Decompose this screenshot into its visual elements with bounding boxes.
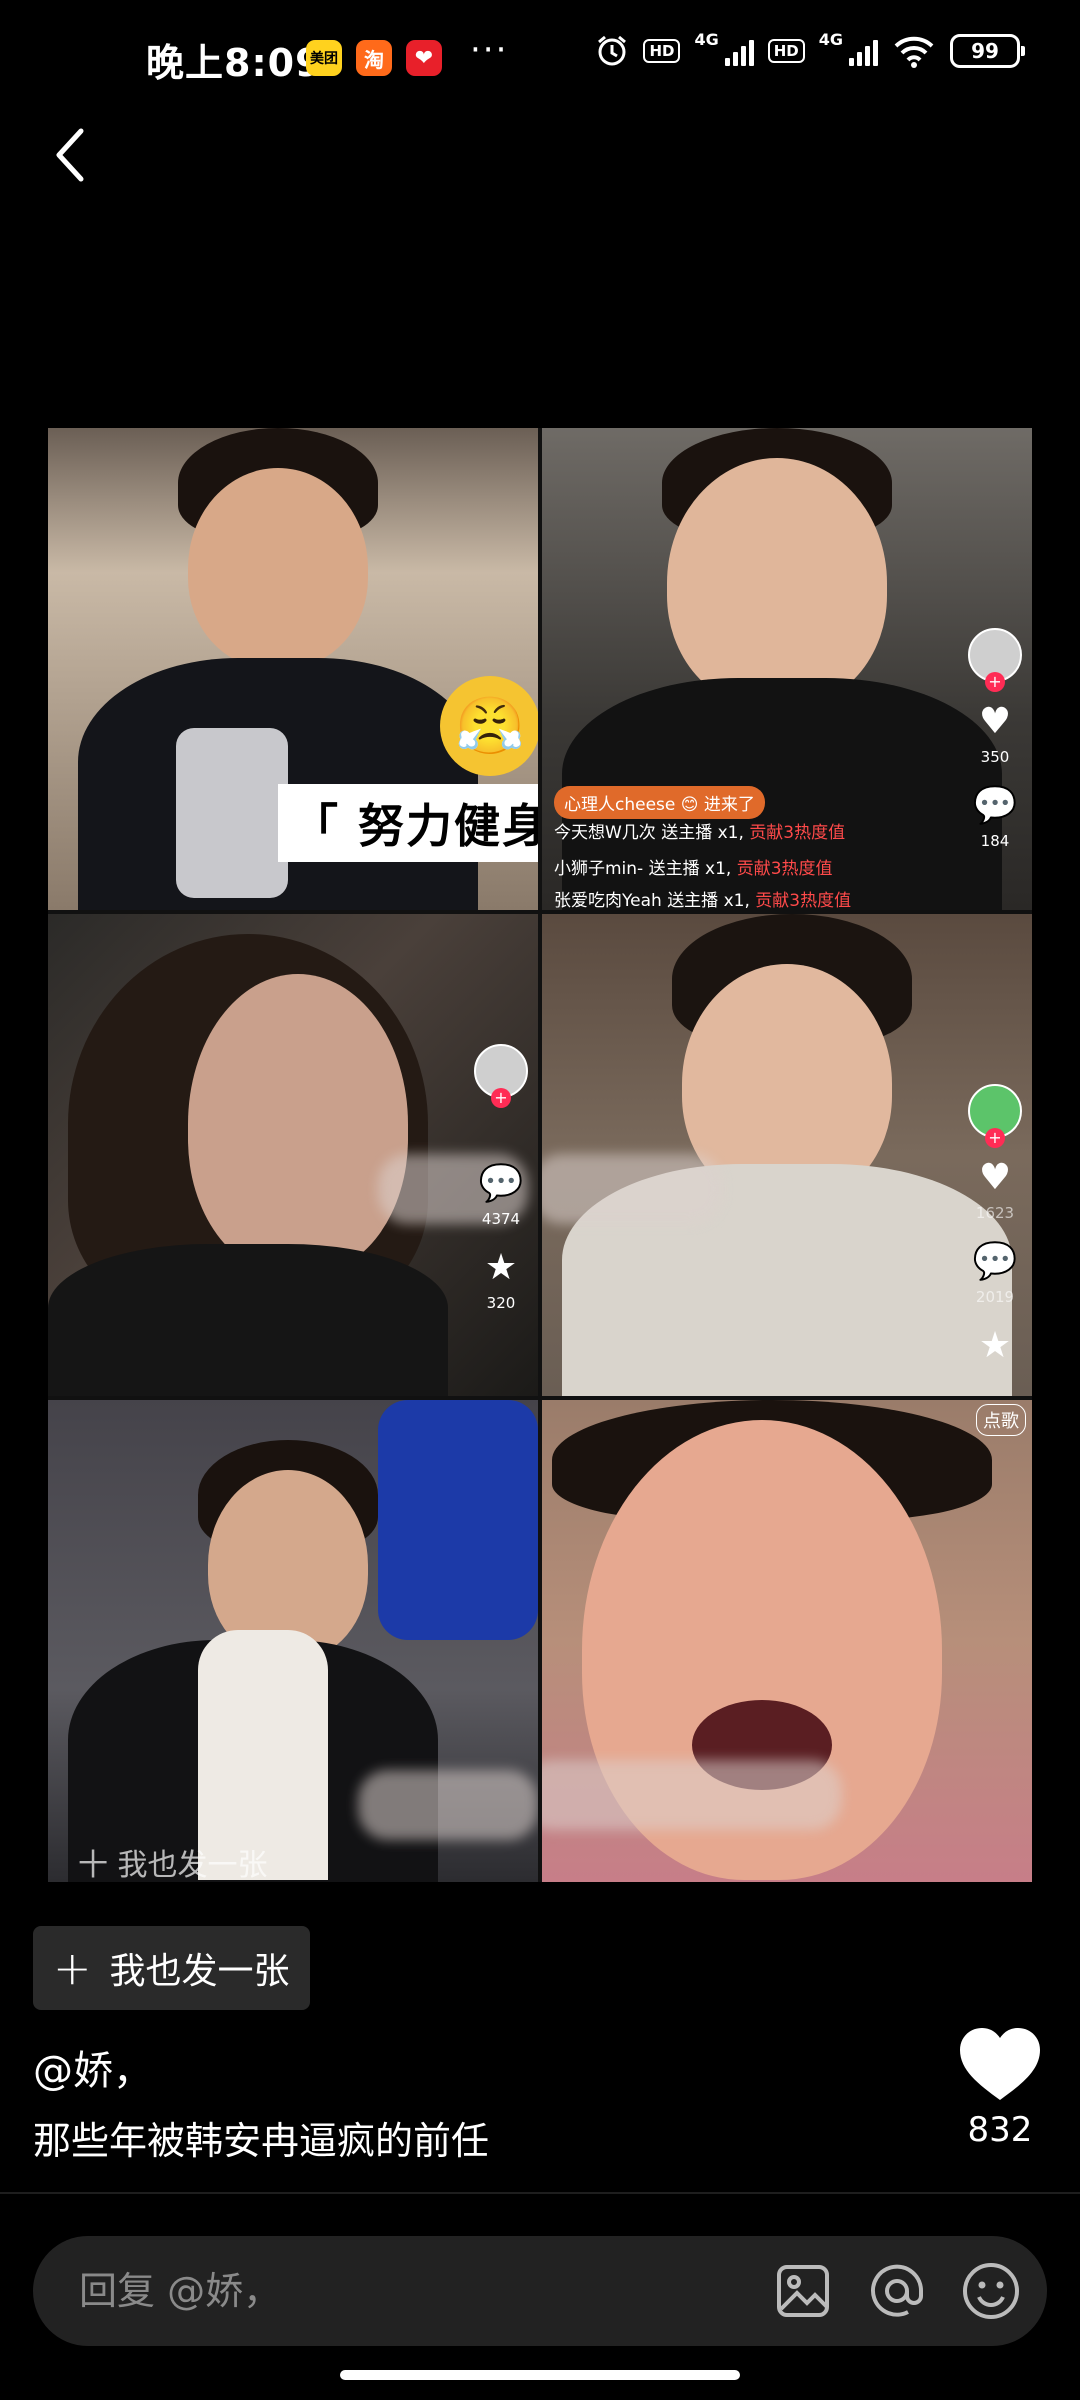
- creator-avatar: [968, 1084, 1022, 1148]
- post-author[interactable]: @娇，: [33, 2038, 153, 2096]
- emoji-sticker: 😤: [440, 676, 538, 776]
- collage-tile-live: 心理人cheese 😊 进来了 今天想W几次 送主播 x1, 贡献3热度值 小狮…: [542, 428, 1032, 910]
- star-icon: ★: [978, 1325, 1012, 1366]
- mention-button[interactable]: [857, 2251, 937, 2331]
- alarm-icon: [598, 35, 627, 66]
- wifi-icon: [894, 36, 934, 68]
- like-count: 350: [980, 748, 1010, 766]
- signal-icon: [724, 36, 754, 66]
- comment-icon: 💬: [972, 785, 1018, 826]
- signal-icon-2: [849, 36, 878, 66]
- collage-tile-portrait: 💬 4374 ★ 320: [48, 914, 538, 1396]
- favorite-count: 320: [486, 1294, 516, 1312]
- emoji-button[interactable]: [951, 2251, 1031, 2331]
- chevron-left-icon: [56, 128, 84, 182]
- person-face: [188, 468, 368, 668]
- comment-user: 小狮子min-: [554, 859, 644, 879]
- blue-statue: [378, 1400, 538, 1640]
- collage-tile-hoodie: ♥ 1623 💬 2019 ★: [542, 914, 1032, 1396]
- comment-gift: x1,: [705, 859, 732, 879]
- blurred-overlay: [358, 1770, 538, 1840]
- reply-bar: [33, 2236, 1047, 2346]
- reply-input[interactable]: [33, 2268, 763, 2314]
- taobao-app-icon: 淘: [356, 40, 392, 76]
- person-body: [48, 1244, 448, 1396]
- divider: [0, 2192, 1080, 2194]
- status-time: 晚上8:09: [146, 41, 323, 85]
- comment-gift: x1,: [723, 891, 750, 910]
- comment-icon: 💬: [478, 1163, 524, 1204]
- phone-prop: [176, 728, 288, 898]
- image-icon: [777, 2265, 829, 2317]
- live-comment: 小狮子min- 送主播 x1, 贡献3热度值: [554, 854, 833, 879]
- heart-icon: ♥: [978, 1157, 1012, 1198]
- battery-icon: 99: [950, 34, 1025, 68]
- comment-count: 2019: [975, 1288, 1015, 1306]
- comment-contrib: 贡献3热度值: [736, 859, 833, 879]
- live-join-notice: 心理人cheese 😊 进来了: [554, 786, 765, 819]
- comment-count: 4374: [481, 1210, 521, 1228]
- live-comment: 张爱吃肉Yeah 送主播 x1, 贡献3热度值: [554, 886, 851, 910]
- post-also-label: 我也发一张: [109, 1951, 290, 1992]
- network-type-2: 4G: [818, 29, 843, 49]
- song-request-tag: 点歌: [976, 1404, 1026, 1436]
- back-button[interactable]: [40, 120, 100, 190]
- comment-icon: 💬: [972, 1241, 1018, 1282]
- comment-action: 送主播: [648, 859, 700, 879]
- at-icon: [871, 2264, 924, 2317]
- like-button[interactable]: 832: [958, 2026, 1042, 2150]
- blurred-overlay: [542, 1154, 722, 1224]
- comment-contrib: 贡献3热度值: [749, 823, 846, 843]
- star-icon: ★: [484, 1247, 518, 1288]
- heart-app-icon: ❤: [406, 40, 442, 76]
- person-face: [188, 974, 408, 1274]
- comment-user: 张爱吃肉Yeah: [554, 891, 662, 910]
- comment-gift: x1,: [717, 823, 744, 843]
- comment-action: 送主播: [667, 891, 719, 910]
- video-side-rail: ♥ 1623 💬 2019 ★: [968, 1084, 1022, 1366]
- emoji-icon: [963, 2263, 1019, 2319]
- post-image[interactable]: 😤 「 努力健身 」 心理人cheese 😊 进来了 今天想W几次 送主播 x1…: [48, 428, 1032, 1882]
- plus-icon: +: [53, 1941, 92, 1995]
- comment-user: 今天想W几次: [554, 823, 656, 843]
- creator-avatar: [474, 1044, 528, 1108]
- heart-icon: [960, 2028, 1040, 2100]
- video-side-rail: ♥ 350 💬 184: [968, 628, 1022, 850]
- status-bar: 晚上8:09 美团 淘 ❤ ··· HD 4G HD 4G 99: [0, 0, 1080, 120]
- network-type: 4G: [694, 29, 719, 49]
- video-side-rail: 💬 4374 ★ 320: [474, 1044, 528, 1312]
- blurred-overlay: [542, 1760, 842, 1830]
- collage-tile-jacket: 十 我也发一张: [48, 1400, 538, 1882]
- collage-tile-closeup: 点歌: [542, 1400, 1032, 1882]
- live-comment: 今天想W几次 送主播 x1, 贡献3热度值: [554, 818, 845, 843]
- fitness-caption: 「 努力健身 」: [278, 784, 538, 862]
- like-count: 1623: [975, 1204, 1015, 1222]
- comment-contrib: 贡献3热度值: [755, 891, 852, 910]
- like-count: 832: [967, 2110, 1033, 2150]
- comment-action: 送主播: [661, 823, 713, 843]
- more-notifications-icon: ···: [470, 30, 509, 70]
- image-picker-button[interactable]: [763, 2251, 843, 2331]
- post-caption: 那些年被韩安冉逼疯的前任: [33, 2119, 490, 2163]
- meituan-app-icon: 美团: [306, 40, 342, 76]
- collage-tile-gym: 😤 「 努力健身 」: [48, 428, 538, 910]
- comment-count: 184: [980, 832, 1010, 850]
- person-face: [667, 458, 887, 708]
- heart-icon: ♥: [978, 701, 1012, 742]
- post-also-button[interactable]: + 我也发一张: [33, 1926, 310, 2010]
- home-indicator[interactable]: [340, 2370, 740, 2380]
- status-indicators: HD 4G HD 4G 99: [595, 30, 1025, 68]
- hd-badge: HD: [643, 39, 681, 63]
- overlay-text: 十 我也发一张: [78, 1848, 268, 1882]
- creator-avatar: [968, 628, 1022, 692]
- hd-badge-2: HD: [767, 39, 805, 63]
